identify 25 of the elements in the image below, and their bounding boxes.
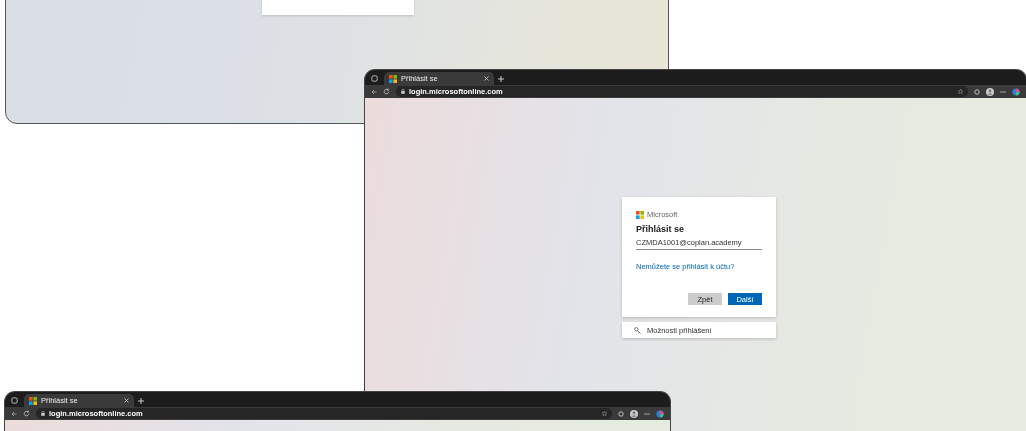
lock-icon	[41, 411, 45, 416]
reload-icon[interactable]	[23, 410, 30, 417]
reload-icon[interactable]	[383, 88, 390, 95]
profile-icon[interactable]	[986, 87, 994, 96]
new-tab-icon[interactable]	[138, 398, 144, 404]
copilot-icon[interactable]	[656, 409, 664, 418]
tab-actions-icon[interactable]	[11, 397, 18, 404]
sign-in-title: Přihlásit se	[636, 224, 686, 234]
copilot-icon[interactable]	[1012, 87, 1020, 96]
tab-actions-icon[interactable]	[371, 75, 378, 82]
new-tab-icon[interactable]	[498, 76, 504, 82]
extensions-icon[interactable]	[618, 410, 624, 417]
microsoft-logo-icon	[29, 396, 37, 405]
star-icon[interactable]	[958, 89, 963, 94]
profile-icon[interactable]	[630, 409, 638, 418]
close-icon[interactable]	[124, 398, 129, 403]
key-icon	[634, 326, 641, 334]
back-icon[interactable]	[11, 410, 17, 417]
microsoft-logo-icon	[636, 210, 644, 219]
close-icon[interactable]	[484, 76, 489, 81]
star-icon[interactable]	[602, 411, 607, 416]
lock-icon	[401, 89, 405, 94]
back-icon[interactable]	[371, 88, 377, 95]
microsoft-logo-icon	[389, 74, 397, 83]
extensions-icon[interactable]	[974, 88, 980, 95]
